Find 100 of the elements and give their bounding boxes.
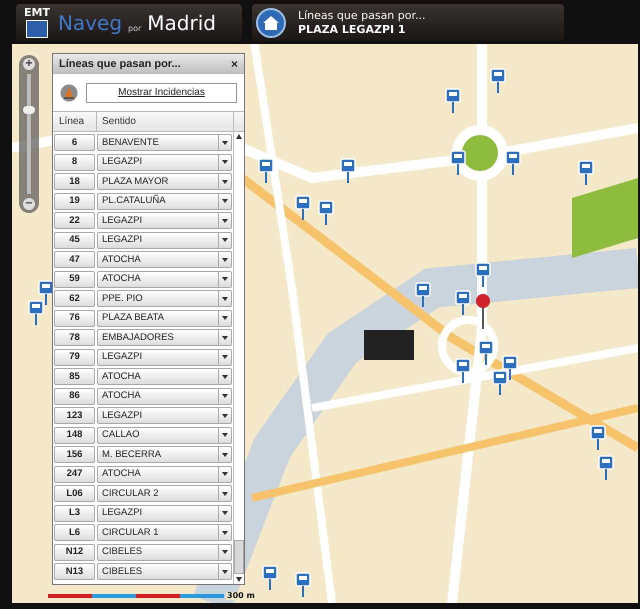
direction-dropdown[interactable]: BENAVENTE bbox=[97, 134, 232, 152]
bus-stop-icon[interactable] bbox=[475, 262, 491, 288]
direction-dropdown[interactable]: LEGAZPI bbox=[97, 407, 232, 424]
line-number-button[interactable]: 85 bbox=[54, 368, 95, 386]
venue-logo-placeholder bbox=[364, 330, 414, 360]
zoom-out-button[interactable]: − bbox=[23, 198, 35, 210]
direction-dropdown[interactable]: EMBAJADORES bbox=[97, 329, 232, 346]
line-number-button[interactable]: 76 bbox=[54, 310, 95, 327]
caret-icon bbox=[222, 218, 228, 223]
caret-icon bbox=[222, 316, 228, 320]
scroll-thumb[interactable] bbox=[234, 540, 244, 574]
line-number-button[interactable]: L06 bbox=[54, 485, 95, 502]
bus-stop-icon[interactable] bbox=[258, 158, 274, 184]
bus-stop-icon[interactable] bbox=[340, 158, 356, 184]
close-button[interactable]: × bbox=[230, 58, 238, 70]
caret-icon bbox=[222, 374, 228, 379]
line-number-button[interactable]: 19 bbox=[54, 192, 95, 210]
direction-dropdown[interactable]: CALLAO bbox=[97, 426, 232, 444]
scrollbar[interactable] bbox=[233, 132, 244, 584]
caret-icon bbox=[222, 199, 228, 204]
line-number-button[interactable]: 59 bbox=[54, 270, 95, 288]
bus-stop-icon[interactable] bbox=[502, 355, 518, 381]
direction-dropdown[interactable]: ATOCHA bbox=[97, 466, 232, 483]
bus-stop-icon[interactable] bbox=[455, 358, 471, 384]
caret-icon bbox=[222, 511, 228, 516]
caret-icon bbox=[222, 433, 228, 438]
caret-icon bbox=[222, 180, 228, 184]
bus-stop-icon[interactable] bbox=[295, 572, 311, 598]
line-number-button[interactable]: 123 bbox=[54, 407, 95, 424]
zoom-thumb[interactable] bbox=[23, 106, 35, 114]
direction-dropdown[interactable]: LEGAZPI bbox=[97, 504, 232, 522]
line-number-button[interactable]: 156 bbox=[54, 446, 95, 464]
direction-dropdown[interactable]: ATOCHA bbox=[97, 368, 232, 386]
direction-dropdown[interactable]: PL.CATALUÑA bbox=[97, 192, 232, 210]
home-button[interactable] bbox=[256, 8, 286, 38]
line-number-button[interactable]: N13 bbox=[54, 563, 95, 580]
zoom-in-button[interactable]: + bbox=[23, 58, 35, 70]
line-number-button[interactable]: 62 bbox=[54, 290, 95, 308]
direction-dropdown[interactable]: PPE. PIO bbox=[97, 290, 232, 308]
direction-dropdown[interactable]: CIBELES bbox=[97, 563, 232, 580]
direction-dropdown[interactable]: M. BECERRA bbox=[97, 446, 232, 464]
caret-icon bbox=[222, 336, 228, 340]
caret-icon bbox=[222, 414, 228, 418]
logo-text: Naveg bbox=[58, 12, 122, 32]
line-number-button[interactable]: 18 bbox=[54, 173, 95, 190]
bus-stop-icon[interactable] bbox=[598, 455, 614, 481]
direction-dropdown[interactable]: LEGAZPI bbox=[97, 232, 232, 249]
line-number-button[interactable]: 78 bbox=[54, 329, 95, 346]
line-number-button[interactable]: 86 bbox=[54, 388, 95, 405]
column-header: Sentido bbox=[97, 112, 234, 131]
line-number-button[interactable]: 79 bbox=[54, 348, 95, 366]
show-incidents-button[interactable]: Mostrar Incidencias bbox=[86, 82, 237, 102]
bus-stop-icon[interactable] bbox=[450, 150, 466, 176]
panel-title: Líneas que pasan por... bbox=[59, 56, 181, 72]
line-number-button[interactable]: 8 bbox=[54, 154, 95, 171]
line-number-button[interactable]: N12 bbox=[54, 544, 95, 561]
direction-dropdown[interactable]: LEGAZPI bbox=[97, 348, 232, 366]
direction-dropdown[interactable]: ATOCHA bbox=[97, 388, 232, 405]
direction-dropdown[interactable]: LEGAZPI bbox=[97, 154, 232, 171]
location-pin-icon bbox=[475, 293, 491, 329]
bus-stop-icon[interactable] bbox=[505, 150, 521, 176]
line-number-button[interactable]: 247 bbox=[54, 466, 95, 483]
direction-dropdown[interactable]: PLAZA MAYOR bbox=[97, 173, 232, 190]
caret-icon bbox=[222, 530, 228, 535]
bus-stop-icon[interactable] bbox=[318, 200, 334, 226]
caret-icon bbox=[222, 277, 228, 282]
caret-icon bbox=[222, 570, 228, 574]
column-header: Línea bbox=[53, 112, 97, 131]
direction-dropdown[interactable]: LEGAZPI bbox=[97, 212, 232, 230]
header-title: Líneas que pasan por... bbox=[298, 10, 426, 21]
line-number-button[interactable]: 47 bbox=[54, 251, 95, 268]
bus-stop-icon[interactable] bbox=[445, 88, 461, 114]
direction-dropdown[interactable]: CIRCULAR 1 bbox=[97, 524, 232, 542]
direction-dropdown[interactable]: ATOCHA bbox=[97, 270, 232, 288]
logo-text: EMT bbox=[24, 7, 50, 18]
direction-dropdown[interactable]: PLAZA BEATA bbox=[97, 310, 232, 327]
direction-dropdown[interactable]: CIBELES bbox=[97, 544, 232, 561]
bus-stop-icon[interactable] bbox=[455, 290, 471, 316]
line-number-button[interactable]: L6 bbox=[54, 524, 95, 542]
bus-stop-icon[interactable] bbox=[28, 300, 44, 326]
bus-stop-icon[interactable] bbox=[490, 68, 506, 94]
line-number-button[interactable]: 45 bbox=[54, 232, 95, 249]
bus-stop-icon[interactable] bbox=[415, 282, 431, 308]
direction-dropdown[interactable]: ATOCHA bbox=[97, 251, 232, 268]
caret-icon bbox=[222, 452, 228, 457]
bus-stop-icon[interactable] bbox=[295, 195, 311, 221]
bus-stop-icon[interactable] bbox=[478, 340, 494, 366]
bus-stop-icon[interactable] bbox=[578, 160, 594, 186]
bus-stop-icon[interactable] bbox=[262, 565, 278, 591]
line-number-button[interactable]: 6 bbox=[54, 134, 95, 152]
direction-dropdown[interactable]: CIRCULAR 2 bbox=[97, 485, 232, 502]
line-number-button[interactable]: 22 bbox=[54, 212, 95, 230]
bus-stop-icon[interactable] bbox=[590, 425, 606, 451]
caret-icon bbox=[222, 258, 228, 262]
caret-icon bbox=[222, 355, 228, 360]
line-number-button[interactable]: L3 bbox=[54, 504, 95, 522]
bus-stop-icon[interactable] bbox=[492, 370, 508, 396]
caret-icon bbox=[222, 296, 228, 301]
stop-name: PLAZA LEGAZPI 1 bbox=[298, 24, 407, 35]
line-number-button[interactable]: 148 bbox=[54, 426, 95, 444]
